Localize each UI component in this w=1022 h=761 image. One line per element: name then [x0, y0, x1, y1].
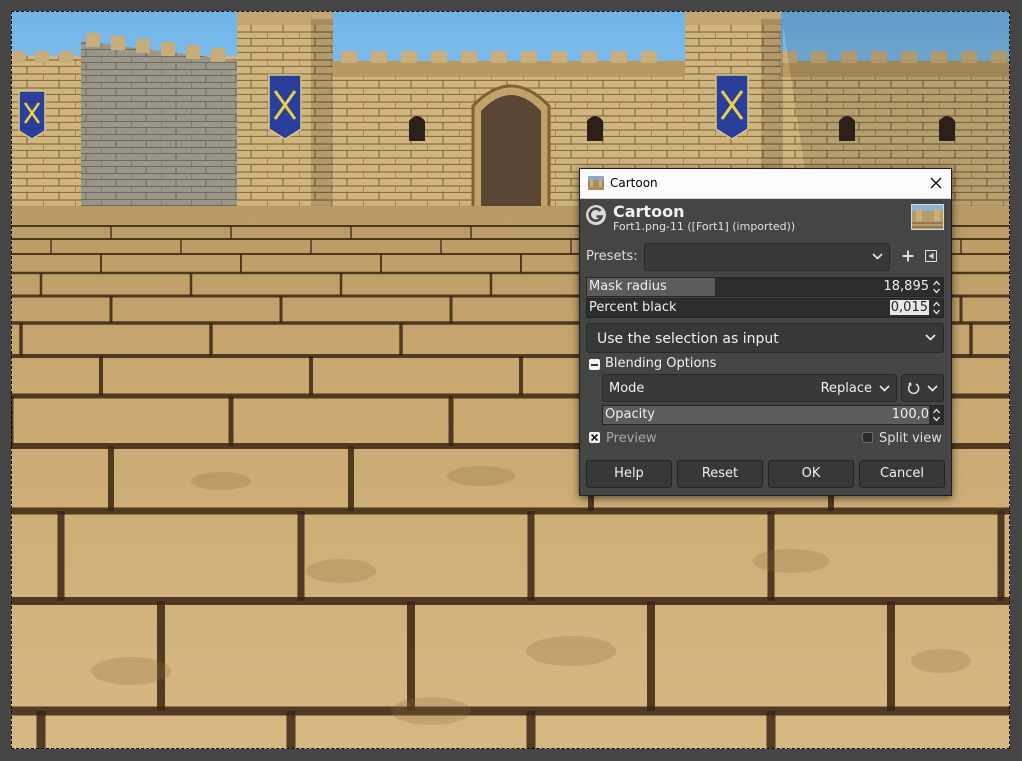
spin-arrows-icon[interactable]	[932, 407, 941, 423]
dialog-title: Cartoon	[610, 176, 658, 190]
mask-radius-value[interactable]: 18,895	[884, 279, 930, 294]
split-view-label[interactable]: Split view	[879, 431, 942, 446]
mask-radius-spinscale[interactable]: Mask radius 18,895	[586, 277, 944, 297]
image-name: Fort1.png-11 ([Fort1] (imported))	[613, 220, 796, 233]
chevron-down-icon	[927, 385, 938, 392]
mode-dropdown[interactable]: Mode Replace	[602, 374, 897, 402]
preview-label[interactable]: Preview	[606, 431, 657, 446]
image-thumbnail	[911, 204, 944, 230]
preview-checkbox[interactable]	[589, 432, 600, 443]
spin-arrows-icon[interactable]	[932, 279, 941, 295]
percent-black-spinscale[interactable]: Percent black 0,015	[586, 298, 944, 318]
ok-button[interactable]: OK	[768, 460, 854, 488]
dialog-titlebar[interactable]: Cartoon	[580, 169, 951, 199]
chevron-down-icon	[925, 334, 936, 341]
percent-black-value[interactable]: 0,015	[889, 300, 929, 315]
preset-menu-icon[interactable]	[925, 250, 937, 262]
split-view-checkbox[interactable]	[862, 432, 873, 443]
mode-value: Replace	[820, 381, 872, 396]
presets-label: Presets:	[586, 249, 638, 264]
help-button[interactable]: Help	[586, 460, 672, 488]
presets-dropdown[interactable]	[644, 243, 890, 271]
mask-radius-label: Mask radius	[589, 279, 667, 294]
opacity-value[interactable]: 100,0	[892, 407, 929, 422]
thumbnail-icon	[588, 176, 604, 190]
reset-button[interactable]: Reset	[677, 460, 763, 488]
blending-options-toggle[interactable]	[589, 359, 600, 370]
input-source-dropdown[interactable]: Use the selection as input	[586, 323, 944, 353]
composite-mode-icon	[907, 382, 920, 395]
chevron-down-icon	[872, 253, 883, 260]
add-preset-icon[interactable]	[902, 250, 914, 262]
composite-mode-button[interactable]	[901, 374, 944, 402]
close-button[interactable]	[921, 169, 951, 198]
chevron-down-icon	[879, 385, 890, 392]
percent-black-label: Percent black	[589, 300, 677, 315]
thumbnail-image	[912, 205, 943, 229]
blending-options-label[interactable]: Blending Options	[605, 356, 716, 371]
cartoon-dialog: Cartoon Cartoon Fort1.png-11 ([Fort1] (i…	[579, 168, 952, 496]
spin-arrows-icon[interactable]	[932, 300, 941, 316]
cancel-button[interactable]: Cancel	[859, 460, 945, 488]
opacity-label: Opacity	[605, 407, 656, 422]
opacity-spinscale[interactable]: Opacity 100,0	[602, 405, 944, 425]
input-source-value: Use the selection as input	[597, 331, 779, 347]
check-x-icon	[590, 433, 599, 442]
close-icon	[930, 177, 942, 189]
operation-header: Cartoon Fort1.png-11 ([Fort1] (imported)…	[580, 199, 951, 237]
operation-title: Cartoon	[613, 202, 685, 221]
mode-label: Mode	[609, 381, 645, 396]
gimp-logo-icon	[586, 205, 606, 225]
